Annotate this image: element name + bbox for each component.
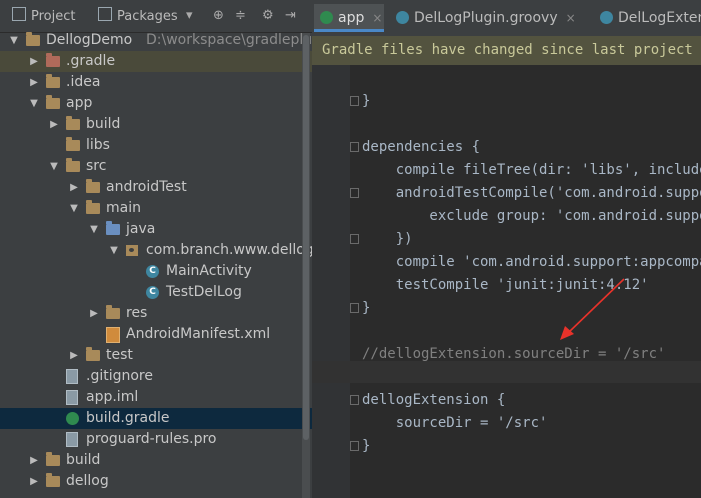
tree-item-label: app.iml [86, 389, 139, 405]
chevron-right-icon[interactable]: ▶ [28, 450, 40, 471]
folder-icon [46, 95, 60, 109]
tree-item-label: proguard-rules.pro [86, 431, 217, 447]
tree-item-label: src [86, 158, 107, 174]
folder-icon [86, 347, 100, 361]
folder-icon [46, 53, 60, 67]
folder-icon [66, 137, 80, 151]
file-icon [66, 432, 78, 447]
tab-project[interactable]: Project [12, 6, 75, 28]
project-panel-toolbar: Project Packages ▾ ⊕ ≑ ⚙ ⇥ [0, 0, 312, 33]
annotation-arrow [560, 278, 625, 340]
hide-icon[interactable]: ⇥ [285, 9, 296, 23]
chevron-down-icon[interactable]: ▼ [68, 198, 80, 219]
scrollbar-thumb[interactable] [303, 35, 309, 440]
tree-item[interactable]: ▶ .idea [0, 72, 312, 93]
folder-icon [46, 473, 60, 487]
tree-item-label: .idea [66, 74, 101, 90]
tree-item[interactable]: app.iml [0, 387, 312, 408]
tree-item[interactable]: ▶ dellog [0, 471, 312, 492]
tree-item-label: .gradle [66, 53, 116, 69]
gradle-icon [66, 412, 79, 425]
tree-item[interactable]: ▶ build [0, 114, 312, 135]
tree-item-label: build.gradle [86, 410, 170, 426]
project-panel: Project Packages ▾ ⊕ ≑ ⚙ ⇥ ▼ DellogDemo D:… [0, 0, 312, 498]
tree-item[interactable]: ▼ DellogDemo D:\workspace\gradleplu [0, 30, 312, 51]
tree-scrollbar[interactable] [302, 33, 310, 498]
tree-item[interactable]: ▼ app [0, 93, 312, 114]
collapse-icon[interactable]: ≑ [235, 9, 246, 23]
tree-item-label: main [106, 200, 141, 216]
project-icon [12, 7, 26, 21]
tree-item[interactable]: ▶ androidTest [0, 177, 312, 198]
chevron-right-icon[interactable]: ▶ [28, 51, 40, 72]
tree-item-label: androidTest [106, 179, 187, 195]
packages-icon [98, 7, 112, 21]
file-icon [66, 390, 78, 405]
dropdown-icon[interactable]: ▾ [186, 9, 193, 23]
tree-item[interactable]: C MainActivity [0, 261, 312, 282]
tree-item-label: java [126, 221, 156, 237]
tree-item-label: MainActivity [166, 263, 252, 279]
editor-area: app × DelLogPlugin.groovy × DelLogExten Gr… [312, 0, 701, 498]
tree-item-label: app [66, 95, 93, 111]
folder-icon [86, 200, 100, 214]
tree-item[interactable]: ▶ .gradle [0, 51, 312, 72]
chevron-down-icon[interactable]: ▼ [48, 156, 60, 177]
folder-icon [46, 74, 60, 88]
source-folder-icon [106, 221, 120, 235]
tree-item[interactable]: build.gradle [0, 408, 312, 429]
tree-item[interactable]: ▼ com.branch.www.dellog [0, 240, 312, 261]
chevron-right-icon[interactable]: ▶ [28, 72, 40, 93]
folder-icon [66, 158, 80, 172]
gear-icon[interactable]: ⚙ [262, 9, 274, 23]
chevron-right-icon[interactable]: ▶ [68, 177, 80, 198]
chevron-right-icon[interactable]: ▶ [48, 114, 60, 135]
tree-item[interactable]: ▼ main [0, 198, 312, 219]
chevron-down-icon[interactable]: ▼ [8, 30, 20, 51]
locate-icon[interactable]: ⊕ [213, 9, 224, 23]
chevron-down-icon[interactable]: ▼ [88, 219, 100, 240]
chevron-right-icon[interactable]: ▶ [88, 303, 100, 324]
chevron-down-icon[interactable]: ▼ [108, 240, 120, 261]
tree-item-label: com.branch.www.dellog [146, 242, 312, 258]
tree-item-label: dellog [66, 473, 109, 489]
tree-item-label: AndroidManifest.xml [126, 326, 271, 342]
chevron-right-icon[interactable]: ▶ [28, 471, 40, 492]
tree-item[interactable]: ▶ res [0, 303, 312, 324]
chevron-down-icon[interactable]: ▼ [28, 93, 40, 114]
folder-icon [66, 116, 80, 130]
tree-item-label: .gitignore [86, 368, 153, 384]
chevron-right-icon[interactable]: ▶ [68, 345, 80, 366]
package-icon [126, 245, 138, 256]
tree-item[interactable]: C TestDelLog [0, 282, 312, 303]
tree-item[interactable]: ▼ src [0, 156, 312, 177]
tree-item-label: DellogDemo [46, 32, 133, 48]
class-icon: C [146, 286, 159, 299]
tree-item[interactable]: ▶ test [0, 345, 312, 366]
tree-item-label: TestDelLog [166, 284, 242, 300]
tree-item[interactable]: ▼ java [0, 219, 312, 240]
tree-item[interactable]: .gitignore [0, 366, 312, 387]
tree-item-label: build [86, 116, 121, 132]
tree-item[interactable]: ▶ build [0, 450, 312, 471]
tree-item-label: build [66, 452, 101, 468]
folder-icon [26, 32, 40, 46]
folder-icon [86, 179, 100, 193]
tree-item[interactable]: libs [0, 135, 312, 156]
tree-item-label: res [126, 305, 148, 321]
tab-packages[interactable]: Packages [98, 6, 178, 28]
folder-icon [46, 452, 60, 466]
tree-item-label: libs [86, 137, 110, 153]
file-icon [66, 369, 78, 384]
tree-item[interactable]: proguard-rules.pro [0, 429, 312, 450]
project-path: D:\workspace\gradleplu [146, 32, 312, 48]
manifest-icon [106, 327, 120, 343]
tree-item-label: test [106, 347, 133, 363]
tree-item[interactable]: AndroidManifest.xml [0, 324, 312, 345]
class-icon: C [146, 265, 159, 278]
folder-icon [106, 305, 120, 319]
